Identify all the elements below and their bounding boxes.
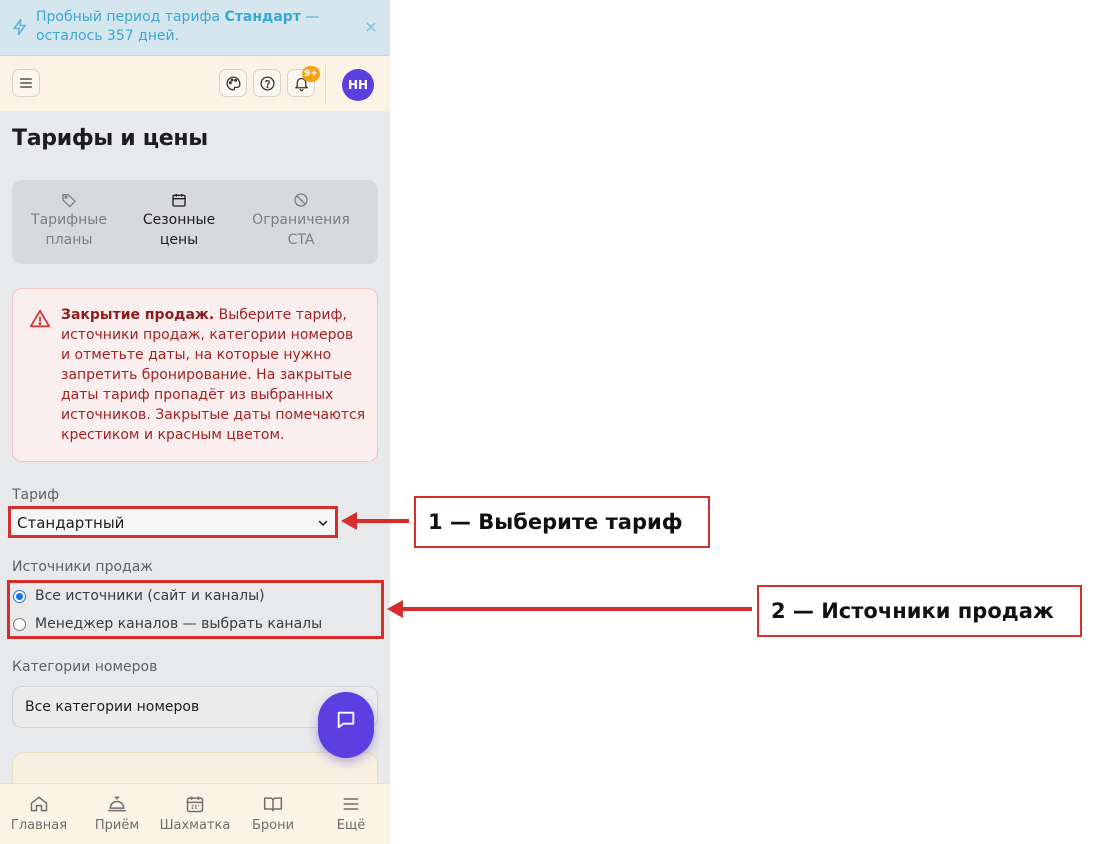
callout-sales-sources: 2 — Источники продаж	[757, 585, 1082, 637]
trial-banner: Пробный период тарифа Стандарт — осталос…	[0, 0, 390, 56]
tab-seasonal-prices[interactable]: Сезонные цены	[136, 192, 222, 250]
ban-icon	[294, 193, 308, 207]
tab-label: Ограничения CTA	[252, 212, 350, 248]
trial-banner-text: Пробный период тарифа Стандарт — осталос…	[36, 9, 320, 44]
tab-label: Сезонные цены	[142, 212, 216, 248]
tab-cta-restrictions[interactable]: Ограничения CTA	[246, 192, 356, 250]
bottom-nav: Главная Приём Шахматка Брони Ещё	[0, 783, 390, 844]
nav-label: Приём	[94, 818, 140, 833]
nav-label: Шахматка	[159, 818, 231, 833]
menu-button[interactable]	[12, 69, 40, 97]
tariff-value: Стандартный	[17, 514, 125, 532]
nav-home[interactable]: Главная	[0, 794, 78, 833]
reception-bell-icon	[107, 796, 127, 812]
tab-label: Тарифные планы	[31, 212, 107, 248]
tab-tariff-plans[interactable]: Тарифные планы	[24, 192, 114, 250]
alert-title: Закрытие продаж.	[61, 307, 215, 323]
nav-label: Ещё	[336, 818, 366, 833]
chat-button[interactable]	[318, 692, 374, 758]
sources-radio-group: Все источники (сайт и каналы) Менеджер к…	[7, 580, 384, 639]
categories-label: Категории номеров	[12, 659, 158, 675]
nav-label: Брони	[251, 818, 295, 833]
nav-bookings[interactable]: Брони	[234, 794, 312, 833]
callout-arrow-2	[401, 607, 752, 611]
alert-text: Закрытие продаж. Выберите тариф, источни…	[61, 307, 366, 443]
home-icon	[30, 796, 48, 812]
nav-label: Главная	[10, 818, 68, 833]
book-icon	[263, 797, 283, 812]
help-button[interactable]	[253, 69, 281, 97]
source-option-channel-manager[interactable]: Менеджер каналов — выбрать каналы	[13, 614, 322, 634]
hamburger-icon	[20, 78, 32, 88]
mobile-screen: Пробный период тарифа Стандарт — осталос…	[0, 0, 390, 844]
close-icon[interactable]	[362, 18, 380, 36]
nav-chess-board[interactable]: Шахматка	[156, 794, 234, 833]
top-bar: 9+ НН	[0, 56, 390, 111]
callout-arrow-1	[355, 519, 409, 523]
radio-unselected[interactable]	[13, 617, 26, 631]
chevron-down-icon	[318, 520, 328, 526]
categories-value: Все категории номеров	[25, 699, 200, 715]
tabs-bar: Тарифные планы Сезонные цены Ограничения…	[12, 180, 378, 264]
nav-more[interactable]: Ещё	[312, 794, 390, 833]
source-option-label: Менеджер каналов — выбрать каналы	[35, 616, 323, 632]
radio-selected[interactable]	[13, 589, 26, 603]
warning-icon	[29, 309, 51, 328]
palette-icon	[225, 75, 241, 91]
chat-icon	[337, 711, 355, 729]
source-option-all[interactable]: Все источники (сайт и каналы)	[13, 586, 265, 606]
notifications-badge: 9+	[302, 66, 320, 82]
sales-closure-alert: Закрытие продаж. Выберите тариф, источни…	[12, 288, 378, 462]
tariff-label: Тариф	[12, 487, 60, 503]
menu-icon	[343, 798, 359, 810]
avatar[interactable]: НН	[342, 69, 374, 101]
theme-button[interactable]	[219, 69, 247, 97]
calendar-grid-icon	[186, 796, 204, 813]
divider	[325, 64, 326, 104]
trial-plan-name: Стандарт	[224, 9, 301, 25]
calendar-icon	[172, 194, 186, 207]
help-icon	[259, 75, 275, 91]
sources-label: Источники продаж	[12, 559, 153, 575]
page-title: Тарифы и цены	[12, 126, 208, 151]
bolt-icon	[13, 18, 26, 36]
source-option-label: Все источники (сайт и каналы)	[35, 588, 265, 604]
tag-icon	[62, 194, 76, 208]
tariff-select[interactable]: Стандартный	[8, 506, 338, 538]
nav-reception[interactable]: Приём	[78, 794, 156, 833]
callout-choose-tariff: 1 — Выберите тариф	[414, 496, 710, 548]
